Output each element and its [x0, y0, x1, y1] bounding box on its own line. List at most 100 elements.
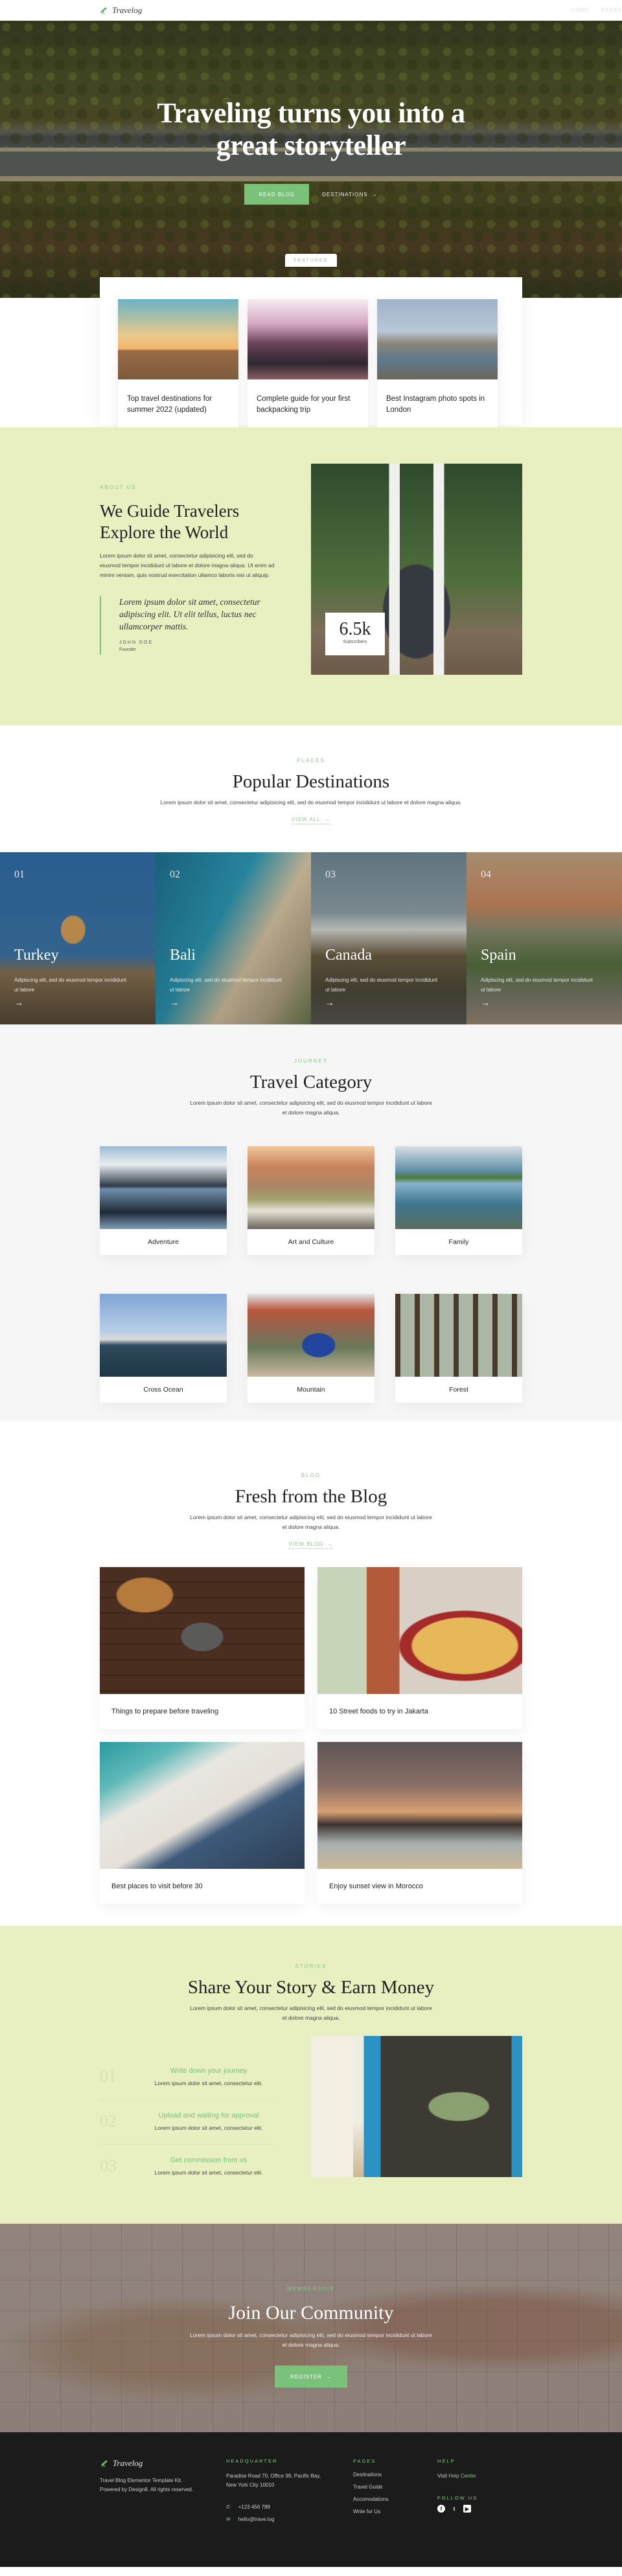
subscribers-stat: 6.5k Subscribers: [325, 613, 385, 655]
category-kicker: JOURNEY: [294, 1058, 328, 1064]
footer-headquarter: HEADQUARTER Paradise Road 70, Office 99,…: [226, 2458, 330, 2522]
category-subtitle: Lorem ipsum dolor sit amet, consectetur …: [190, 1100, 432, 1116]
destination-number: 03: [325, 869, 336, 880]
register-label: REGISTER: [290, 2373, 322, 2380]
destination-number: 01: [14, 869, 25, 880]
footer-link[interactable]: Travel Guide: [353, 2484, 389, 2490]
category-card[interactable]: Cross Ocean: [100, 1294, 227, 1403]
stat-label: Subscribers: [343, 640, 367, 644]
community-section: MEMBERSHIP Join Our Community Lorem ipsu…: [0, 2224, 622, 2432]
step-desc: Lorem ipsum dolor sit amet, consectetur …: [154, 2080, 263, 2086]
blog-post-card[interactable]: Best places to visit before 30: [100, 1742, 305, 1904]
step-number: 03: [100, 2156, 117, 2175]
destination-card-turkey[interactable]: 01 Turkey Adipiscing elit, sed do eiusmo…: [0, 852, 156, 1024]
step-item: 01 Write down your journey Lorem ipsum do…: [100, 2055, 275, 2100]
featured-card-title: Best Instagram photo spots in London: [386, 395, 485, 414]
hero-title-line: Traveling turns you into a: [157, 97, 465, 129]
blog-post-card[interactable]: Enjoy sunset view in Morocco: [317, 1742, 522, 1904]
category-image: [248, 1294, 374, 1377]
destination-card-bali[interactable]: 02 Bali Adipiscing elit, sed do eiusmod …: [156, 852, 311, 1024]
quote-text: Lorem ipsum dolor sit amet, consectetur …: [119, 597, 260, 631]
blog-post-card[interactable]: Things to prepare before traveling: [100, 1567, 305, 1729]
featured-card[interactable]: Best Instagram photo spots in London: [377, 299, 498, 427]
stories-kicker: STORIES: [295, 1963, 327, 1969]
destination-name: Canada: [325, 947, 372, 964]
footer-heading: FOLLOW US: [437, 2495, 478, 2501]
nav-item-home[interactable]: HOME: [571, 7, 590, 13]
telescope-icon: [100, 7, 107, 15]
step-title: Write down your journey: [170, 2067, 248, 2075]
blog-post-title: Best places to visit before 30: [111, 1882, 203, 1890]
featured-panel: Top travel destinations for summer 2022 …: [100, 277, 522, 427]
destinations-link[interactable]: DESTINATIONS →: [322, 192, 378, 198]
blog-post-image: [317, 1742, 522, 1869]
hero-title-line: great storyteller: [216, 130, 406, 161]
destinations-link-label: DESTINATIONS: [322, 191, 368, 198]
category-label: Adventure: [148, 1238, 179, 1246]
category-image: [395, 1146, 522, 1229]
view-blog-link[interactable]: VIEW BLOG →: [288, 1541, 334, 1549]
telescope-icon: [101, 2460, 108, 2468]
founder-quote: Lorem ipsum dolor sit amet, consectetur …: [100, 596, 275, 655]
blog-post-title: Things to prepare before traveling: [111, 1708, 219, 1715]
twitter-icon[interactable]: t: [450, 2505, 458, 2513]
destination-number: 04: [481, 869, 491, 880]
featured-card[interactable]: Complete guide for your first backpackin…: [248, 299, 368, 427]
site-footer: Travelog Travel Blog Elementor Template …: [0, 2432, 622, 2567]
step-number: 02: [100, 2112, 117, 2130]
category-label: Forest: [449, 1386, 468, 1394]
category-card[interactable]: Mountain: [248, 1294, 374, 1403]
footer-logo-text: Travelog: [113, 2458, 143, 2468]
stat-value: 6.5k: [339, 619, 371, 639]
destination-card-canada[interactable]: 03 Canada Adipiscing elit, sed do eiusmo…: [311, 852, 466, 1024]
youtube-icon[interactable]: ▶: [463, 2505, 471, 2513]
featured-card-title: Top travel destinations for summer 2022 …: [127, 395, 213, 414]
featured-card-image: [377, 299, 498, 379]
blog-post-card[interactable]: 10 Street foods to try in Jakarta: [317, 1567, 522, 1729]
featured-card[interactable]: Top travel destinations for summer 2022 …: [118, 299, 238, 427]
about-kicker: ABOUT US: [100, 484, 137, 490]
category-section: JOURNEY Travel Category Lorem ipsum dolo…: [0, 1024, 622, 1421]
arrow-right-icon: →: [481, 997, 490, 1008]
footer-phone[interactable]: +123 456 789: [238, 2504, 270, 2510]
destination-card-spain[interactable]: 04 Spain Adipiscing elit, sed do eiusmod…: [466, 852, 622, 1024]
blog-post-image: [100, 1742, 305, 1869]
site-header: Travelog HOME PAGES: [0, 0, 622, 21]
about-section: ABOUT US We Guide Travelers Explore the W…: [0, 427, 622, 725]
destination-desc: Adipiscing elit, sed do eiusmod tempor i…: [170, 977, 282, 993]
category-card[interactable]: Forest: [395, 1294, 522, 1403]
site-logo[interactable]: Travelog: [99, 5, 142, 16]
arrow-right-icon: →: [327, 1541, 334, 1547]
community-title: Join Our Community: [228, 2302, 394, 2323]
category-card[interactable]: Adventure: [100, 1146, 227, 1255]
category-card[interactable]: Family: [395, 1146, 522, 1255]
category-card[interactable]: Art and Culture: [248, 1146, 374, 1255]
featured-card-image: [118, 299, 238, 379]
quote-role: Founder: [119, 648, 137, 652]
footer-email[interactable]: hello@trave.log: [238, 2516, 275, 2522]
read-blog-button[interactable]: READ BLOG: [244, 184, 310, 205]
logo-text: Travelog: [112, 5, 143, 15]
footer-link[interactable]: Destinations: [353, 2472, 389, 2478]
footer-link[interactable]: Accomodations: [353, 2496, 389, 2502]
hero-title: Traveling turns you into a great storyte…: [0, 97, 622, 162]
footer-link[interactable]: Write for Us: [353, 2509, 389, 2514]
blog-title: Fresh from the Blog: [235, 1486, 387, 1507]
blog-subtitle: Lorem ipsum dolor sit amet, consectetur …: [190, 1514, 432, 1530]
footer-pages: PAGES Destinations Travel Guide Accomoda…: [353, 2458, 389, 2521]
register-button[interactable]: REGISTER →: [275, 2366, 347, 2388]
nav-item-pages[interactable]: PAGES: [601, 7, 622, 13]
help-center-link[interactable]: Help Center: [448, 2473, 476, 2479]
footer-heading: PAGES: [353, 2458, 376, 2464]
category-label: Mountain: [297, 1386, 325, 1394]
arrow-right-icon: →: [170, 997, 179, 1008]
places-title: Popular Destinations: [232, 771, 390, 792]
footer-brand: Travelog Travel Blog Elementor Template …: [100, 2458, 203, 2494]
steps-list: 01 Write down your journey Lorem ipsum do…: [100, 2055, 275, 2189]
stories-section: STORIES Share Your Story & Earn Money Lo…: [0, 1926, 622, 2224]
community-kicker: MEMBERSHIP: [287, 2286, 335, 2292]
step-desc: Lorem ipsum dolor sit amet, consectetur …: [154, 2169, 263, 2176]
view-all-link[interactable]: VIEW ALL →: [292, 817, 330, 824]
facebook-icon[interactable]: f: [437, 2505, 445, 2513]
places-kicker: PLACES: [297, 758, 325, 763]
